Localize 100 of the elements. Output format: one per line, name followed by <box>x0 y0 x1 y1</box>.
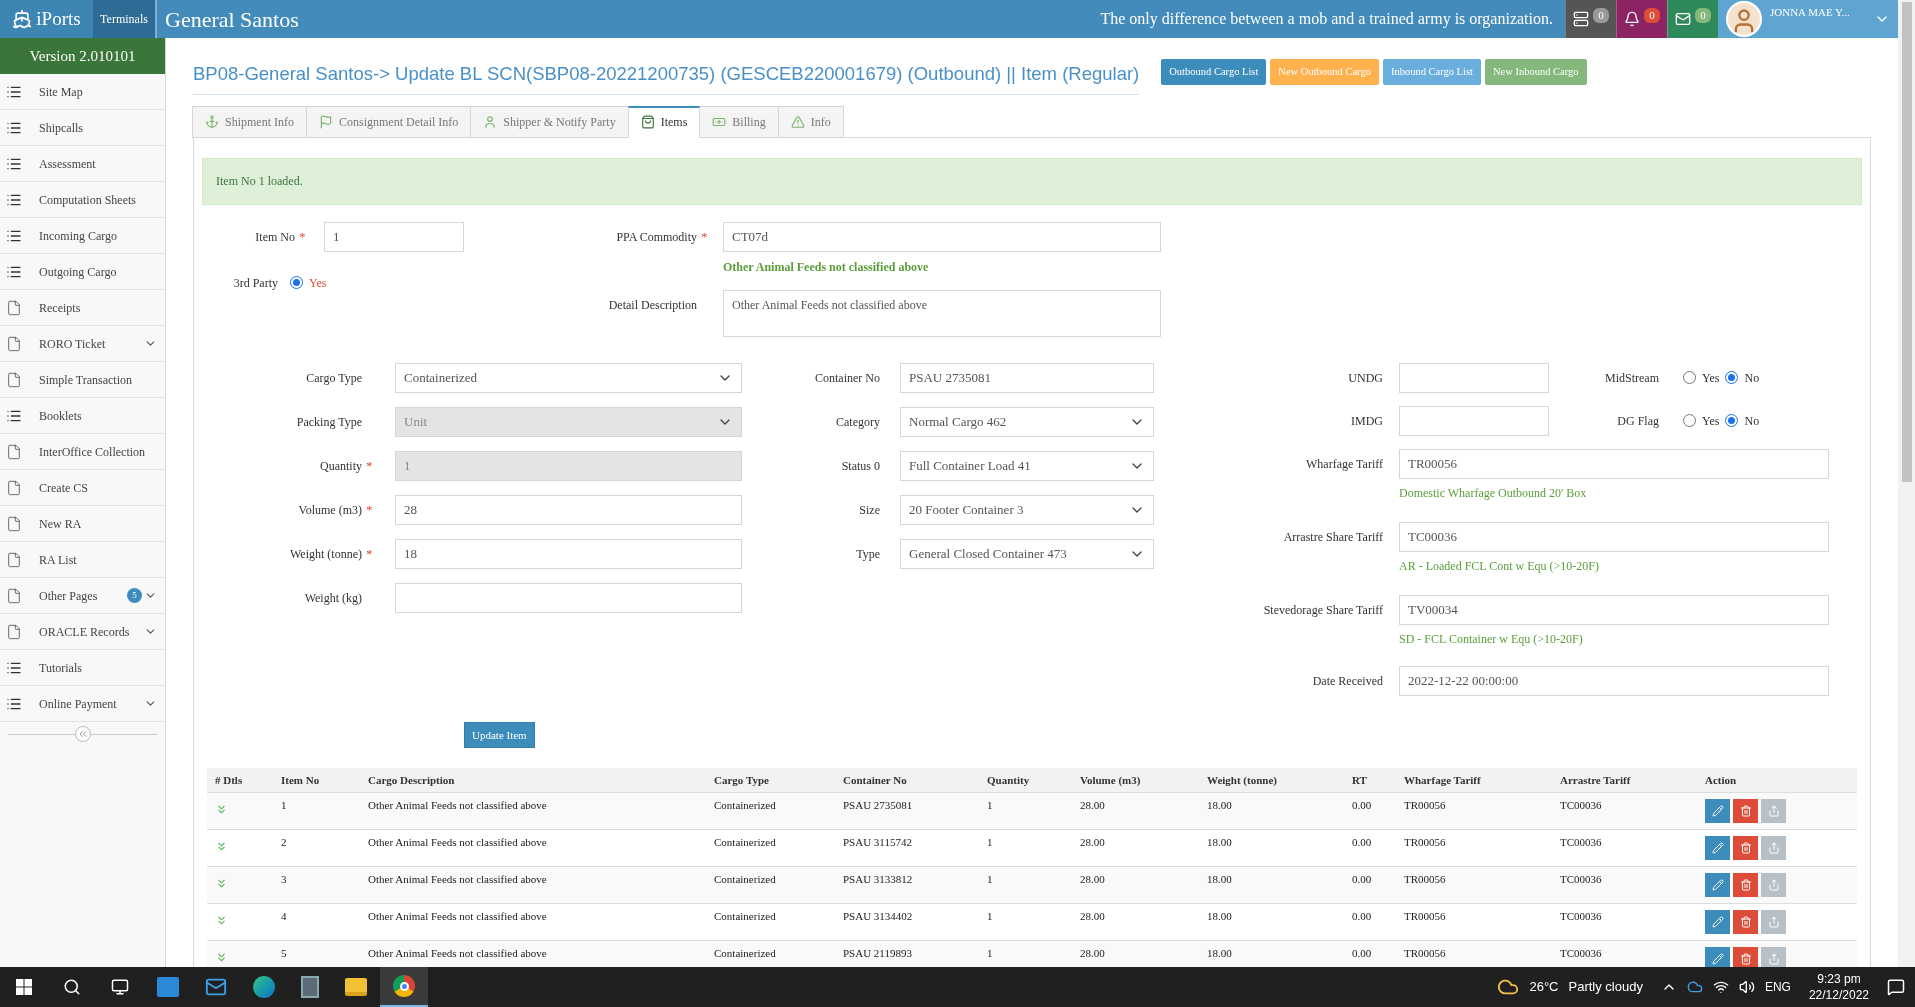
select-field[interactable]: Full Container Load 41 <box>900 450 1154 481</box>
volume-icon[interactable] <box>1738 979 1755 995</box>
sidebar-item[interactable]: Other Pages 5 <box>0 578 165 614</box>
version-label: Version 2.010101 <box>0 38 165 74</box>
brand-logo[interactable]: iPorts <box>0 0 93 38</box>
bag-icon <box>640 115 655 130</box>
description-textarea[interactable]: Other Animal Feeds not classified above <box>723 289 1161 337</box>
sidebar-item[interactable]: Receipts <box>0 290 165 326</box>
commodity-field[interactable]: CT07d <box>723 221 1161 252</box>
table-cell-text: 28.00 <box>1079 908 1106 924</box>
table-cell-text: 18.00 <box>1206 797 1233 813</box>
sidebar-item[interactable]: Outgoing Cargo <box>0 254 165 290</box>
share-button[interactable] <box>1761 835 1786 860</box>
required-mark: * <box>366 545 373 563</box>
clock[interactable]: 9:23 pm 22/12/2022 <box>1808 971 1869 1003</box>
scrollbar[interactable] <box>1898 0 1915 967</box>
collapse-button[interactable] <box>74 726 91 742</box>
sidebar-item[interactable]: Create CS <box>0 470 165 506</box>
sidebar-item[interactable]: Booklets <box>0 398 165 434</box>
table-cell-text: 0.00 <box>1351 797 1373 813</box>
tab[interactable]: Shipper & Notify Party <box>470 105 629 138</box>
tariff-field[interactable]: TR00056 <box>1399 448 1829 479</box>
column-header: Volume (m3) <box>1079 772 1142 788</box>
input-field[interactable] <box>1399 405 1549 436</box>
table-cell-text: 28.00 <box>1079 834 1106 850</box>
table-cell-text: Other Animal Feeds not classified above <box>367 945 548 961</box>
page-icon <box>6 515 22 532</box>
search-icon[interactable] <box>63 978 81 996</box>
network-icon[interactable] <box>1712 979 1729 995</box>
sidebar-item[interactable]: New RA <box>0 506 165 542</box>
field-label: 3rd Party <box>232 274 278 292</box>
tab[interactable]: Shipment Info <box>192 105 307 138</box>
input-field[interactable] <box>1399 362 1549 393</box>
count-badge: 5 <box>127 588 142 603</box>
tariff-field[interactable]: TC00036 <box>1399 521 1829 552</box>
sidebar-item[interactable]: Simple Transaction <box>0 362 165 398</box>
edit-button[interactable] <box>1705 835 1730 860</box>
share-button[interactable] <box>1761 909 1786 934</box>
select-field[interactable]: 20 Footer Container 3 <box>900 494 1154 525</box>
commodity-hint: Other Animal Feeds not classified above <box>723 258 930 276</box>
date-field[interactable]: 2022-12-22 00:00:00 <box>1399 665 1829 696</box>
field-label: Wharfage Tariff <box>1305 455 1383 473</box>
required-mark: * <box>366 457 373 475</box>
weather-text: Partly cloudy <box>1568 978 1643 997</box>
tab[interactable]: Billing <box>699 105 779 138</box>
select-field[interactable]: General Closed Container 473 <box>900 538 1154 569</box>
field-label: Type <box>855 545 880 563</box>
column-header: # Dtls <box>214 772 244 788</box>
mail-icon[interactable] <box>205 976 227 998</box>
input-field[interactable]: 28 <box>395 494 742 525</box>
sidebar-item[interactable]: Assessment <box>0 146 165 182</box>
delete-button[interactable] <box>1733 946 1758 967</box>
task-view-icon[interactable] <box>111 978 129 996</box>
item-no-field[interactable]: 1 <box>324 221 464 252</box>
select-field[interactable]: Normal Cargo 462 <box>900 406 1154 437</box>
delete-button[interactable] <box>1733 872 1758 897</box>
sidebar-item[interactable]: RORO Ticket <box>0 326 165 362</box>
tab[interactable]: Info <box>777 105 844 138</box>
delete-button[interactable] <box>1733 798 1758 823</box>
nav-button[interactable]: Outbound Cargo List <box>1161 59 1267 85</box>
table-cell-text: Other Animal Feeds not classified above <box>367 797 548 813</box>
sidebar-item[interactable]: Shipcalls <box>0 110 165 146</box>
terminals-tab[interactable]: Terminals <box>93 0 155 38</box>
input-field[interactable]: PSAU 2735081 <box>900 362 1154 393</box>
table-cell-text: PSAU 2119893 <box>842 945 913 961</box>
delete-button[interactable] <box>1733 835 1758 860</box>
chrome-icon[interactable] <box>380 967 428 1007</box>
tariff-field[interactable]: TV00034 <box>1399 594 1829 625</box>
edit-button[interactable] <box>1705 798 1730 823</box>
input-field[interactable]: 18 <box>395 538 742 569</box>
calculator-icon[interactable] <box>301 976 319 998</box>
sidebar-item[interactable]: Computation Sheets <box>0 182 165 218</box>
language-indicator[interactable]: ENG <box>1764 978 1791 996</box>
select-field[interactable]: Containerized <box>395 362 742 393</box>
option-label: No <box>1744 412 1760 430</box>
delete-button[interactable] <box>1733 909 1758 934</box>
sidebar-item[interactable]: Online Payment <box>0 686 165 722</box>
browser-icon[interactable] <box>253 976 275 998</box>
cloud-icon[interactable] <box>1686 979 1703 995</box>
table-cell-text: Other Animal Feeds not classified above <box>367 871 548 887</box>
sidebar-item[interactable]: ORACLE Records <box>0 614 165 650</box>
option-label: No <box>1744 369 1760 387</box>
table-cell-text: 1 <box>986 871 994 887</box>
update-item-button[interactable]: Update Item <box>464 721 535 748</box>
tab[interactable]: Items <box>627 105 701 138</box>
tab[interactable]: Consignment Detail Info <box>306 105 472 138</box>
column-header: Action <box>1704 772 1738 788</box>
sidebar-item[interactable]: Tutorials <box>0 650 165 686</box>
sidebar-item[interactable]: InterOffice Collection <box>0 434 165 470</box>
edit-button[interactable] <box>1705 872 1730 897</box>
sidebar-item[interactable]: RA List <box>0 542 165 578</box>
edit-button[interactable] <box>1705 946 1730 967</box>
notification-button[interactable]: 0 <box>1616 0 1667 38</box>
notifications-icon[interactable] <box>1887 978 1905 996</box>
table-cell-text: 0.00 <box>1351 834 1373 850</box>
sidebar-item[interactable]: Site Map <box>0 74 165 110</box>
edit-button[interactable] <box>1705 909 1730 934</box>
sidebar-item[interactable]: Incoming Cargo <box>0 218 165 254</box>
field-label: PPA Commodity <box>615 228 697 246</box>
input-field[interactable] <box>395 582 742 613</box>
